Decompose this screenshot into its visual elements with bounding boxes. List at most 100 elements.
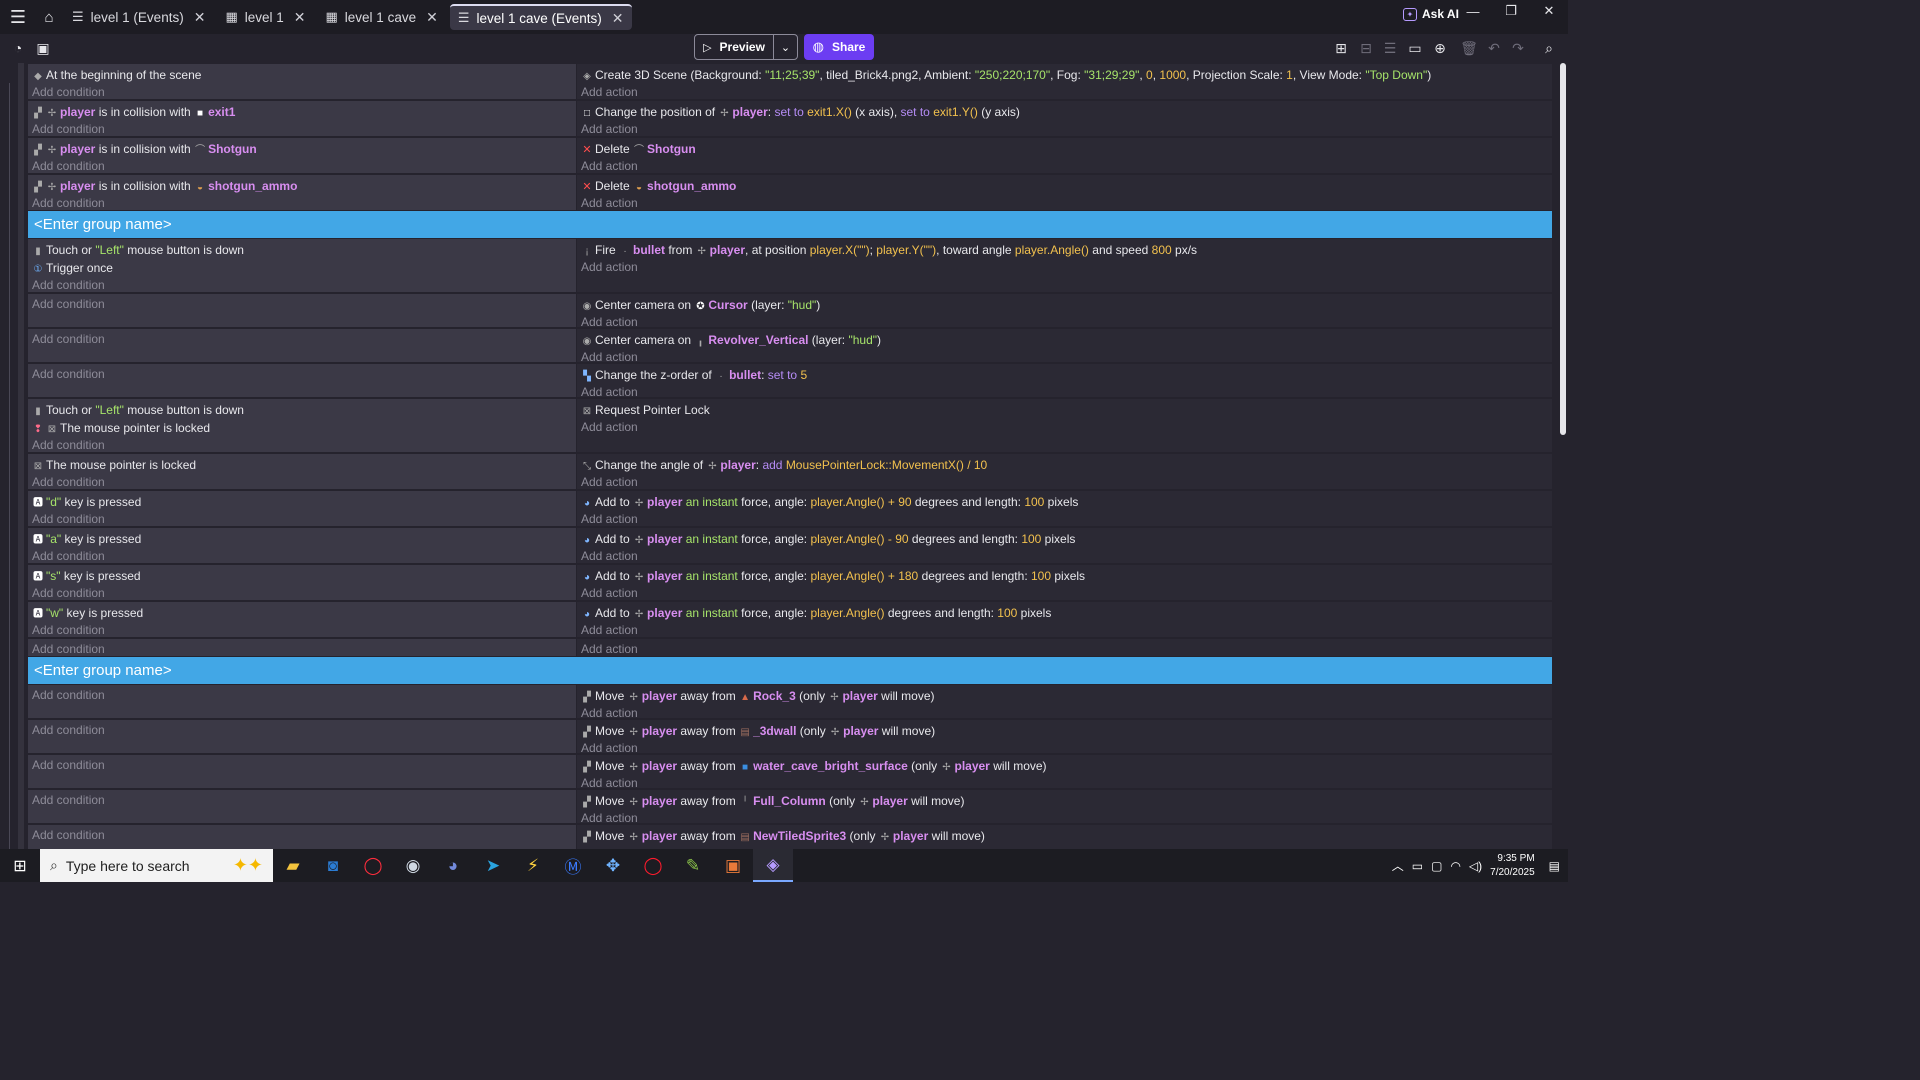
home-tab-icon[interactable]: ⌂ bbox=[36, 4, 62, 30]
event-actions[interactable]: ⤡ Change the angle of ✢ player: add MouseP… bbox=[577, 454, 1552, 490]
taskbar-search-box[interactable]: ⌕ Type here to search ✦✦ bbox=[40, 849, 273, 882]
tab-level-1-cave[interactable]: ▦ level 1 cave ✕ bbox=[318, 4, 446, 30]
close-icon[interactable]: ✕ bbox=[294, 9, 306, 26]
action[interactable]: ▚ Change the z-order of · bullet: set to 5 bbox=[581, 366, 1548, 384]
delete-icon[interactable]: 🗑 bbox=[1459, 38, 1479, 58]
history-icon[interactable]: ◔ bbox=[8, 38, 28, 58]
condition[interactable]: ▞ ✢ player is in collision with ◒ shotgun_a… bbox=[32, 177, 572, 195]
wifi-icon[interactable]: ◠ bbox=[1450, 859, 1460, 873]
close-icon[interactable]: ✕ bbox=[612, 10, 624, 27]
file-explorer-icon[interactable]: ▰ bbox=[273, 849, 313, 882]
event-row[interactable]: 🅰 "d" key is pressed Add condition ◕ Add t… bbox=[28, 491, 1552, 527]
group-header[interactable]: <Enter group name> bbox=[28, 657, 1552, 684]
event-row[interactable]: Add condition ▞ Move ✢ player away from ▲ R… bbox=[28, 685, 1552, 720]
condition[interactable]: 🅰 "s" key is pressed bbox=[32, 567, 572, 585]
add-action-link[interactable]: Add action bbox=[581, 195, 1548, 212]
add-condition-link[interactable]: Add condition bbox=[32, 296, 572, 313]
chevron-up-icon[interactable]: ︿ bbox=[1392, 857, 1404, 874]
event-row[interactable]: ▞ ✢ player is in collision with ⌒ Shotgun A… bbox=[28, 138, 1552, 174]
action[interactable]: ◉ Center camera on ✪ Cursor (layer: "hud") bbox=[581, 296, 1548, 314]
event-conditions[interactable]: Add condition bbox=[28, 720, 576, 754]
add-condition-link[interactable]: Add condition bbox=[32, 84, 572, 101]
opera-gx-icon[interactable]: ◯ bbox=[353, 849, 393, 882]
event-actions[interactable]: ◕ Add to ✢ player an instant force, angle:… bbox=[577, 602, 1552, 638]
tab-level-1-events[interactable]: ☰ level 1 (Events) ✕ bbox=[64, 4, 213, 30]
event-row[interactable]: Add condition ▞ Move ✢ player away from ▤ N… bbox=[28, 825, 1552, 849]
add-action-link[interactable]: Add action bbox=[581, 474, 1548, 491]
event-conditions[interactable]: ▮ Touch or "Left" mouse button is down ①T… bbox=[28, 239, 576, 293]
add-action-link[interactable]: Add action bbox=[581, 641, 1548, 658]
add-action-link[interactable]: Add action bbox=[581, 511, 1548, 528]
redo-icon[interactable]: ↷ bbox=[1508, 38, 1528, 58]
add-condition-link[interactable]: Add condition bbox=[32, 792, 572, 809]
tab-level-1-cave-events[interactable]: ☰ level 1 cave (Events) ✕ bbox=[449, 4, 632, 30]
event-conditions[interactable]: ▮ Touch or "Left" mouse button is down ❢ ⊠… bbox=[28, 399, 576, 453]
minimize-icon[interactable]: — bbox=[1454, 0, 1492, 22]
notification-icon[interactable]: ▤ bbox=[1549, 859, 1560, 873]
add-condition-link[interactable]: Add condition bbox=[32, 585, 572, 602]
condition[interactable]: ▮ Touch or "Left" mouse button is down bbox=[32, 401, 572, 419]
event-actions[interactable]: ◉ Center camera on ╻ Revolver_Vertical (la… bbox=[577, 329, 1552, 364]
undo-icon[interactable]: ↶ bbox=[1484, 38, 1504, 58]
event-row[interactable]: Add condition ▞ Move ✢ player away from ■ w… bbox=[28, 755, 1552, 790]
window-close-icon[interactable]: ✕ bbox=[1530, 0, 1568, 22]
event-actions[interactable]: ✕ Delete ◒ shotgun_ammo Add action bbox=[577, 175, 1552, 211]
event-actions[interactable]: ▞ Move ✢ player away from ╵ Full_Column (on… bbox=[577, 790, 1552, 825]
lightning-app-icon[interactable]: ⚡ bbox=[513, 849, 553, 882]
action[interactable]: ▞ Move ✢ player away from ▲ Rock_3 (only ✢ p… bbox=[581, 687, 1548, 705]
event-actions[interactable]: ▚ Change the z-order of · bullet: set to 5… bbox=[577, 364, 1552, 399]
action[interactable]: ✕ Delete ◒ shotgun_ammo bbox=[581, 177, 1548, 195]
action[interactable]: ◈ Create 3D Scene (Background: "11;25;39"… bbox=[581, 66, 1548, 84]
search-icon[interactable]: ⌕ bbox=[1539, 38, 1559, 58]
add-action-link[interactable]: Add action bbox=[581, 158, 1548, 175]
menu-icon[interactable]: ☰ bbox=[0, 0, 36, 34]
comment-icon[interactable]: ▭ bbox=[1405, 38, 1425, 58]
condition[interactable]: ◆ At the beginning of the scene bbox=[32, 66, 572, 84]
add-subevent-icon[interactable]: ⊟ bbox=[1356, 38, 1376, 58]
event-actions[interactable]: ▞ Move ✢ player away from ▲ Rock_3 (only ✢ p… bbox=[577, 685, 1552, 720]
event-row[interactable]: Add condition ◉ Center camera on ╻ Revolve… bbox=[28, 329, 1552, 364]
add-condition-link[interactable]: Add condition bbox=[32, 474, 572, 491]
event-row[interactable]: ▞ ✢ player is in collision with ■ exit1 Add… bbox=[28, 101, 1552, 137]
add-condition-link[interactable]: Add condition bbox=[32, 158, 572, 175]
event-conditions[interactable]: 🅰 "w" key is pressed Add condition bbox=[28, 602, 576, 638]
dev-tool-icon[interactable]: ✥ bbox=[593, 849, 633, 882]
action[interactable]: □ Change the position of ✢ player: set to … bbox=[581, 103, 1548, 121]
action[interactable]: ▞ Move ✢ player away from ■ water_cave_brig… bbox=[581, 757, 1548, 775]
condition[interactable]: ① Trigger once bbox=[32, 259, 572, 277]
preview-dropdown-button[interactable]: ⌄ bbox=[773, 34, 798, 60]
save-icon[interactable]: ▣ bbox=[33, 38, 53, 58]
vertical-scrollbar[interactable] bbox=[1560, 63, 1566, 435]
add-condition-link[interactable]: Add condition bbox=[32, 757, 572, 774]
event-row[interactable]: 🅰 "w" key is pressed Add condition ◕ Add t… bbox=[28, 602, 1552, 638]
add-action-link[interactable]: Add action bbox=[581, 259, 1548, 276]
condition[interactable]: ▮ Touch or "Left" mouse button is down bbox=[32, 241, 572, 259]
add-action-link[interactable]: Add action bbox=[581, 548, 1548, 565]
add-circle-icon[interactable]: ⊕ bbox=[1430, 38, 1450, 58]
event-conditions[interactable]: 🅰 "s" key is pressed Add condition bbox=[28, 565, 576, 601]
event-row[interactable]: Add condition ▚ Change the z-order of · bu… bbox=[28, 364, 1552, 399]
condition[interactable]: ⊠ The mouse pointer is locked bbox=[32, 456, 572, 474]
opera-icon[interactable]: ◯ bbox=[633, 849, 673, 882]
add-condition-link[interactable]: Add condition bbox=[32, 827, 572, 844]
maximize-icon[interactable]: ❐ bbox=[1492, 0, 1530, 22]
event-conditions[interactable]: ⊠ The mouse pointer is locked Add conditi… bbox=[28, 454, 576, 490]
condition[interactable]: 🅰 "d" key is pressed bbox=[32, 493, 572, 511]
clock[interactable]: 9:35 PM 7/20/2025 bbox=[1490, 852, 1535, 880]
event-row[interactable]: ◆ At the beginning of the scene Add condi… bbox=[28, 64, 1552, 100]
condition[interactable]: ▞ ✢ player is in collision with ■ exit1 bbox=[32, 103, 572, 121]
event-actions[interactable]: ▞ Move ✢ player away from ■ water_cave_brig… bbox=[577, 755, 1552, 790]
share-button[interactable]: ◍ Share bbox=[804, 34, 874, 60]
event-actions[interactable]: ¡ Fire · bullet from ✢ player, at position … bbox=[577, 239, 1552, 293]
event-conditions[interactable]: Add condition bbox=[28, 364, 576, 398]
action[interactable]: ◕ Add to ✢ player an instant force, angle:… bbox=[581, 567, 1548, 585]
add-action-link[interactable]: Add action bbox=[581, 419, 1548, 436]
event-actions[interactable]: ◕ Add to ✢ player an instant force, angle:… bbox=[577, 565, 1552, 601]
add-condition-link[interactable]: Add condition bbox=[32, 331, 572, 348]
event-actions[interactable]: ◕ Add to ✢ player an instant force, angle:… bbox=[577, 528, 1552, 564]
event-actions[interactable]: ▞ Move ✢ player away from ▤ _3dwall (only ✢… bbox=[577, 720, 1552, 755]
add-condition-link[interactable]: Add condition bbox=[32, 548, 572, 565]
ask-ai-button[interactable]: ✦ Ask AI bbox=[1403, 7, 1459, 21]
event-conditions[interactable]: Add condition bbox=[28, 294, 576, 328]
event-row[interactable]: Add condition Add action bbox=[28, 639, 1552, 657]
